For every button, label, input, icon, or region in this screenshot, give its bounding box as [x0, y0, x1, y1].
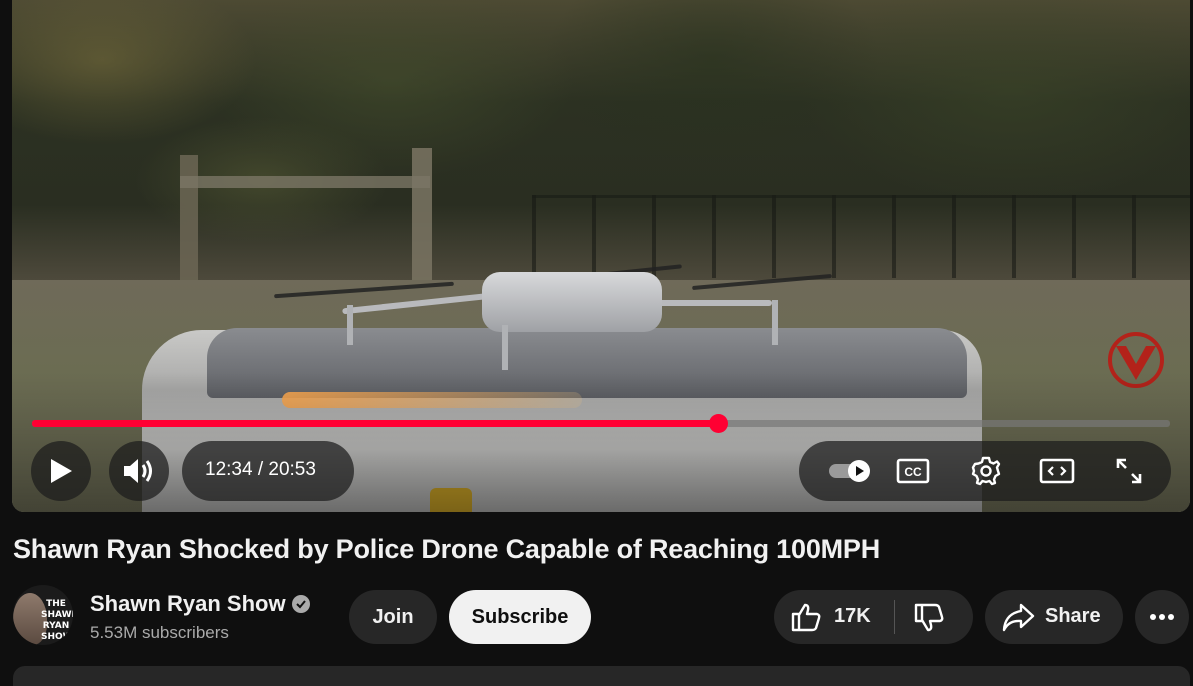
share-icon	[1002, 603, 1035, 632]
thumbs-up-icon	[791, 603, 821, 632]
fullscreen-icon	[1116, 458, 1142, 484]
volume-icon	[124, 459, 152, 483]
theater-mode-button[interactable]	[1032, 446, 1082, 496]
like-dislike-group: 17K	[774, 590, 973, 644]
channel-name-link[interactable]: Shawn Ryan Show	[90, 591, 286, 617]
video-player[interactable]: 12:34 / 20:53 CC	[12, 0, 1190, 512]
thumbs-down-icon	[914, 603, 944, 632]
progress-bar-played	[32, 420, 719, 427]
play-button[interactable]	[31, 441, 91, 501]
drone-leg	[347, 305, 353, 345]
captions-button[interactable]: CC	[888, 446, 938, 496]
progress-bar[interactable]	[32, 414, 1170, 433]
video-frame-fence	[532, 195, 1190, 278]
video-frame-post	[412, 148, 432, 288]
time-display: 12:34 / 20:53	[205, 459, 316, 480]
drone-leg	[772, 300, 778, 345]
subscriber-count: 5.53M subscribers	[90, 623, 229, 642]
theater-mode-icon	[1039, 458, 1075, 484]
share-label: Share	[1045, 605, 1101, 627]
join-button[interactable]: Join	[349, 590, 437, 644]
drone-leg	[502, 325, 508, 370]
video-frame-rail	[180, 176, 430, 188]
like-button[interactable]: 17K	[774, 590, 894, 644]
video-title: Shawn Ryan Shocked by Police Drone Capab…	[13, 534, 881, 564]
like-count: 17K	[834, 605, 871, 627]
subscribe-button[interactable]: Subscribe	[449, 590, 591, 644]
channel-avatar[interactable]: THESHAWN RYANSHOW	[13, 585, 73, 645]
autoplay-toggle[interactable]	[820, 446, 884, 496]
gear-icon	[971, 456, 1001, 486]
description-box[interactable]	[13, 666, 1190, 686]
settings-button[interactable]	[961, 446, 1011, 496]
verified-check-icon	[292, 595, 310, 613]
dislike-button[interactable]	[895, 590, 973, 644]
more-horizontal-icon	[1150, 614, 1174, 620]
drone-body	[482, 272, 662, 332]
avatar-logo-text: THESHAWN RYANSHOW	[41, 599, 73, 642]
share-button[interactable]: Share	[985, 590, 1123, 644]
more-actions-button[interactable]	[1135, 590, 1189, 644]
captions-icon: CC	[896, 458, 930, 484]
svg-text:CC: CC	[904, 465, 922, 479]
autoplay-toggle-icon	[829, 460, 870, 482]
play-icon	[51, 459, 72, 483]
mute-button[interactable]	[109, 441, 169, 501]
fullscreen-button[interactable]	[1104, 446, 1154, 496]
